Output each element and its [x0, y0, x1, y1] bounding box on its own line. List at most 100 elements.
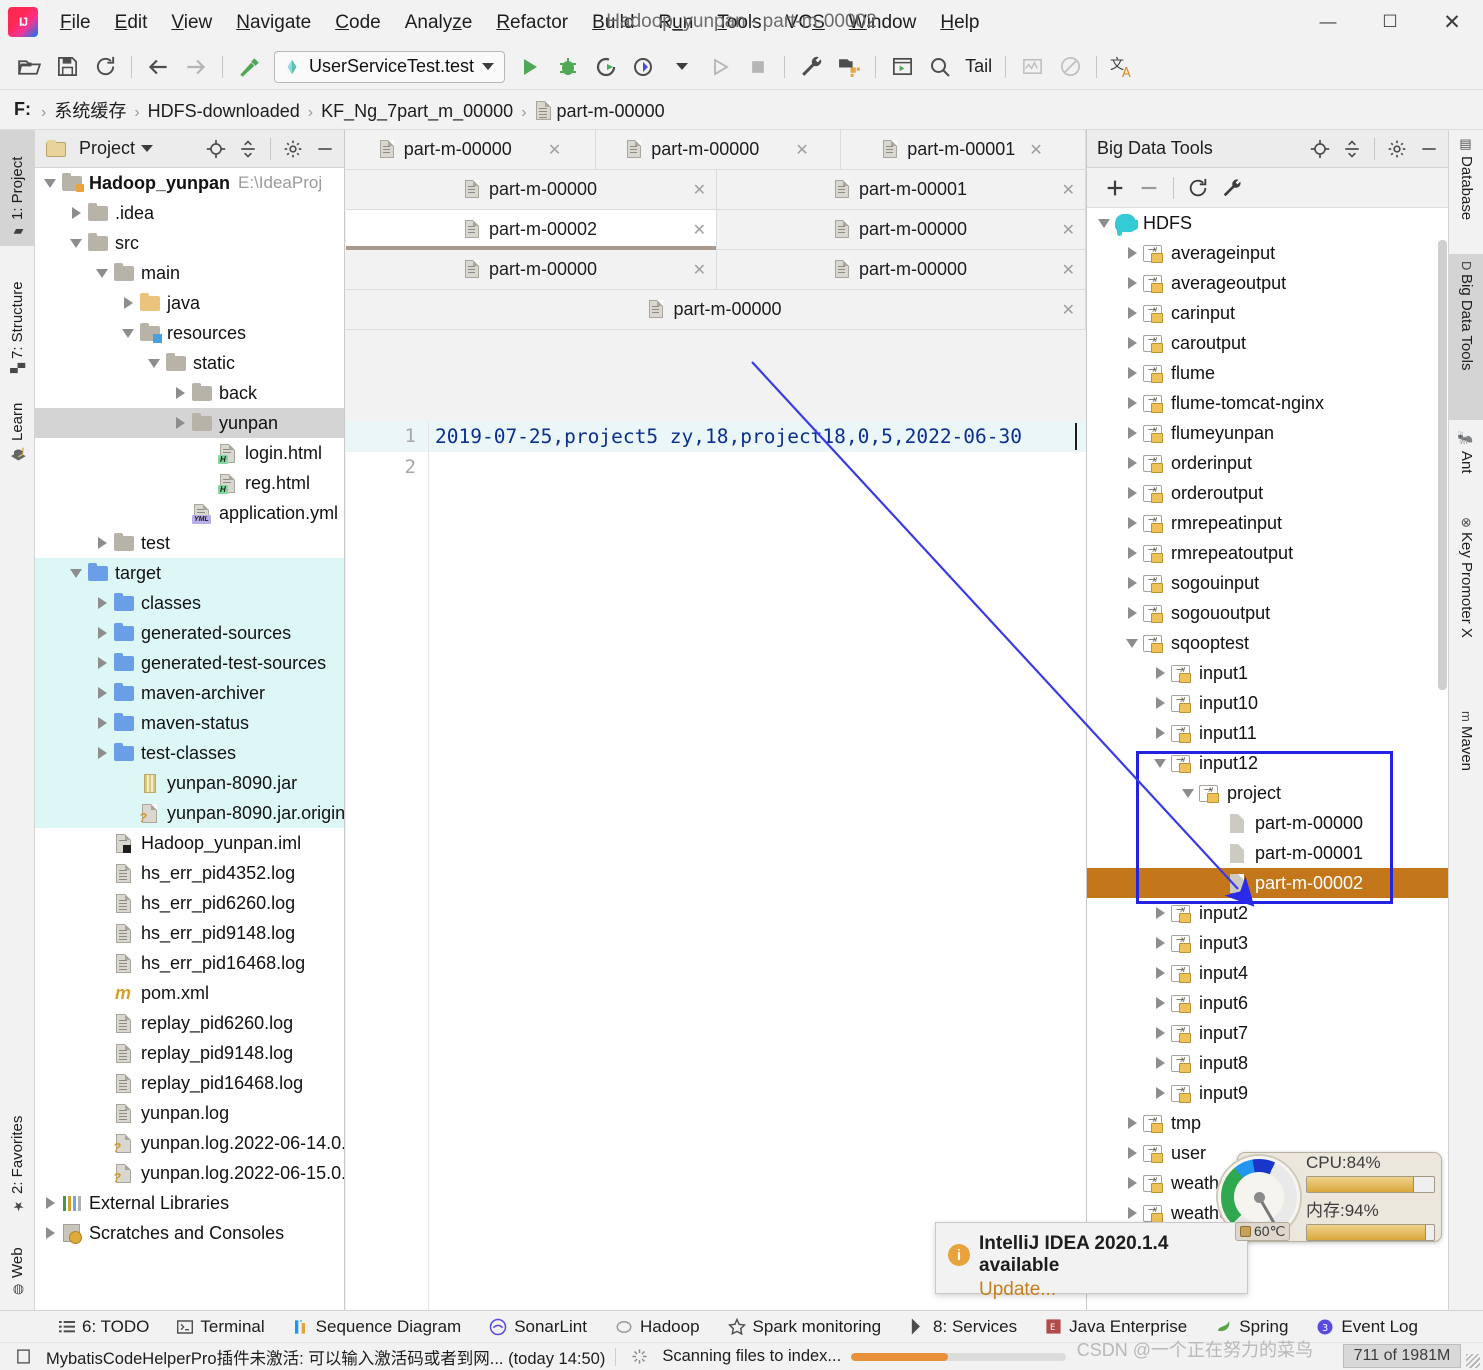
toolwindow-sequence-diagram[interactable]: Sequence Diagram: [279, 1317, 476, 1337]
expand-arrow-icon[interactable]: [1149, 928, 1171, 958]
menu-view[interactable]: View: [159, 8, 224, 37]
project-tree-row[interactable]: back: [35, 378, 344, 408]
project-tree-row[interactable]: Hlogin.html: [35, 438, 344, 468]
chevron-down-icon[interactable]: [482, 63, 495, 70]
collapse-arrow-icon[interactable]: [1121, 628, 1143, 658]
hdfs-tree-row[interactable]: ⇥ orderinput: [1087, 448, 1448, 478]
collapse-arrow-icon[interactable]: [65, 558, 87, 588]
project-tree-row[interactable]: External Libraries: [35, 1188, 344, 1218]
build-hammer-icon[interactable]: [230, 48, 268, 86]
tail-window-icon[interactable]: [883, 48, 921, 86]
expand-arrow-icon[interactable]: [1149, 958, 1171, 988]
editor-tab[interactable]: part-m-00001 ✕: [717, 170, 1086, 210]
editor-tab[interactable]: part-m-00000 ✕: [346, 170, 717, 210]
expand-arrow-icon[interactable]: [91, 618, 113, 648]
expand-arrow-icon[interactable]: [1149, 988, 1171, 1018]
collapse-arrow-icon[interactable]: [39, 168, 61, 198]
project-tree-row[interactable]: Hadoop_yunpan.iml: [35, 828, 344, 858]
code-line[interactable]: [429, 452, 1086, 483]
forward-arrow-icon[interactable]: [177, 48, 215, 86]
breadcrumb-drive[interactable]: F:: [14, 99, 31, 120]
project-tree-row[interactable]: src: [35, 228, 344, 258]
close-icon[interactable]: ✕: [693, 180, 706, 200]
sidebar-item-database[interactable]: ▤ Database: [1449, 130, 1483, 250]
toolwindow-java-enterprise[interactable]: E Java Enterprise: [1031, 1317, 1201, 1337]
hdfs-tree-row[interactable]: ⇥ sogououtput: [1087, 598, 1448, 628]
hdfs-tree-row[interactable]: part-m-00002: [1087, 868, 1448, 898]
hdfs-tree[interactable]: HDFS ⇥ averageinput ⇥ averageoutput ⇥ carinput…: [1087, 208, 1448, 1310]
collapse-arrow-icon[interactable]: [1177, 778, 1199, 808]
project-tree-row[interactable]: ? yunpan.log.2022-06-15.0.: [35, 1158, 344, 1188]
sync-icon[interactable]: [86, 48, 124, 86]
search-icon[interactable]: [921, 48, 959, 86]
close-button[interactable]: ✕: [1421, 0, 1483, 44]
sidebar-item-big-data-tools[interactable]: D Big Data Tools: [1449, 254, 1483, 420]
minimize-button[interactable]: —: [1297, 0, 1359, 44]
menu-refactor[interactable]: Refactor: [484, 8, 580, 37]
expand-arrow-icon[interactable]: [1149, 898, 1171, 928]
sidebar-item-learn[interactable]: 🎓 Learn: [0, 382, 35, 468]
expand-arrow-icon[interactable]: [39, 1218, 61, 1248]
notification-update-link[interactable]: Update...: [979, 1279, 1235, 1301]
run-configuration-selector[interactable]: UserServiceTest.test: [274, 50, 506, 83]
collapse-arrow-icon[interactable]: [1149, 748, 1171, 778]
close-icon[interactable]: ✕: [1029, 140, 1042, 160]
breadcrumb-item[interactable]: KF_Ng_7part_m_00000: [321, 101, 513, 121]
hdfs-tree-row[interactable]: ⇥ carinput: [1087, 298, 1448, 328]
hdfs-tree-row[interactable]: ⇥ input6: [1087, 988, 1448, 1018]
expand-arrow-icon[interactable]: [1121, 538, 1143, 568]
hdfs-tree-row[interactable]: ⇥ input2: [1087, 898, 1448, 928]
open-folder-icon[interactable]: [10, 48, 48, 86]
collapse-arrow-icon[interactable]: [1093, 208, 1115, 238]
project-panel-chevron-down-icon[interactable]: [141, 145, 154, 152]
expand-arrow-icon[interactable]: [1121, 1108, 1143, 1138]
hdfs-tree-row[interactable]: ⇥ tmp: [1087, 1108, 1448, 1138]
expand-arrow-icon[interactable]: [1121, 448, 1143, 478]
project-tree-row[interactable]: hs_err_pid9148.log: [35, 918, 344, 948]
expand-arrow-icon[interactable]: [169, 378, 191, 408]
editor-tab[interactable]: part-m-00000 ✕: [346, 130, 596, 170]
toolwindow-8-services[interactable]: 8: Services: [895, 1317, 1031, 1337]
project-tree-row[interactable]: replay_pid6260.log: [35, 1008, 344, 1038]
hdfs-tree-row[interactable]: ⇥ input7: [1087, 1018, 1448, 1048]
hdfs-tree-row[interactable]: ⇥ input4: [1087, 958, 1448, 988]
editor-text[interactable]: 2019-07-25,project5 zy,18,project18,0,5,…: [429, 421, 1086, 1310]
menu-build[interactable]: Build: [580, 8, 646, 37]
hdfs-tree-row[interactable]: part-m-00000: [1087, 808, 1448, 838]
code-line[interactable]: 2019-07-25,project5 zy,18,project18,0,5,…: [429, 421, 1086, 452]
locate-icon[interactable]: [203, 136, 229, 162]
debug-icon[interactable]: [549, 48, 587, 86]
close-icon[interactable]: ✕: [795, 140, 808, 160]
expand-arrow-icon[interactable]: [1121, 1138, 1143, 1168]
hdfs-tree-row[interactable]: ⇥ orderoutput: [1087, 478, 1448, 508]
project-tree-row[interactable]: java: [35, 288, 344, 318]
profile-icon[interactable]: [625, 48, 663, 86]
project-tree-row[interactable]: m pom.xml: [35, 978, 344, 1008]
hdfs-tree-row[interactable]: ⇥ flume-tomcat-nginx: [1087, 388, 1448, 418]
code-editor[interactable]: 12 2019-07-25,project5 zy,18,project18,0…: [346, 421, 1086, 1310]
expand-arrow-icon[interactable]: [117, 288, 139, 318]
menu-tools[interactable]: Tools: [705, 8, 773, 37]
close-icon[interactable]: ✕: [693, 220, 706, 240]
project-tree-row[interactable]: test: [35, 528, 344, 558]
expand-arrow-icon[interactable]: [1149, 1048, 1171, 1078]
expand-arrow-icon[interactable]: [1121, 598, 1143, 628]
close-icon[interactable]: ✕: [1062, 220, 1075, 240]
hdfs-scrollbar[interactable]: [1438, 240, 1447, 690]
project-tree-row[interactable]: main: [35, 258, 344, 288]
menu-help[interactable]: Help: [928, 8, 991, 37]
project-tree-row[interactable]: Hadoop_yunpan E:\IdeaProj: [35, 168, 344, 198]
close-icon[interactable]: ✕: [1062, 300, 1075, 320]
sidebar-item-maven[interactable]: m Maven: [1449, 704, 1483, 814]
expand-arrow-icon[interactable]: [1121, 298, 1143, 328]
gear-icon[interactable]: [280, 136, 306, 162]
project-tree-row[interactable]: classes: [35, 588, 344, 618]
sidebar-item-structure[interactable]: ▚ 7: Structure: [0, 250, 35, 380]
close-icon[interactable]: ✕: [1062, 180, 1075, 200]
sidebar-item-key-promoter[interactable]: ⊗ Key Promoter X: [1449, 510, 1483, 700]
hdfs-tree-row[interactable]: ⇥ sogouinput: [1087, 568, 1448, 598]
editor-tab[interactable]: part-m-00002 ✕: [346, 210, 717, 250]
expand-arrow-icon[interactable]: [1121, 568, 1143, 598]
expand-arrow-icon[interactable]: [1149, 1018, 1171, 1048]
project-tree-row[interactable]: Hreg.html: [35, 468, 344, 498]
